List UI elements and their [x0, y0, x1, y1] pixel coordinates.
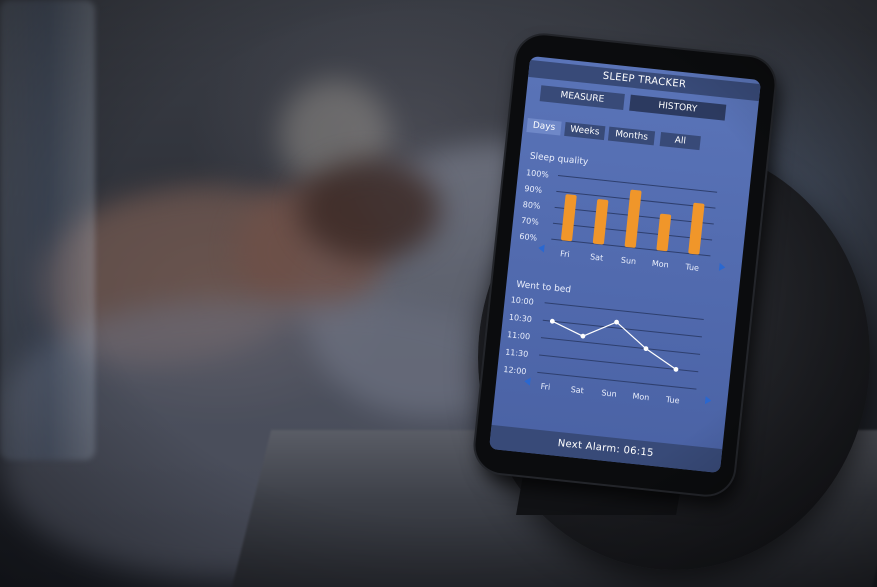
quality-bar	[592, 199, 609, 245]
prev-arrow-icon	[524, 377, 531, 386]
bed-point	[580, 333, 586, 339]
quality-bar	[624, 189, 642, 248]
history-button[interactable]: HISTORY	[629, 94, 727, 121]
bed-gridline	[537, 371, 697, 390]
tab-months[interactable]: Months	[607, 126, 656, 146]
tab-weeks[interactable]: Weeks	[564, 122, 606, 141]
quality-y-tick: 60%	[519, 232, 538, 243]
bed-x-tick: Fri	[540, 382, 550, 392]
bed-x-tick: Tue	[664, 395, 680, 405]
bed-x-tick: Sat	[570, 385, 584, 395]
bed-x-tick: Mon	[632, 392, 650, 403]
went-to-bed-chart: 10:00 10:30 11:00 11:30 12:00 Fri Sat Sun Mon Tue	[503, 295, 712, 405]
bed-x-tick: Sun	[601, 388, 617, 399]
quality-bar	[561, 194, 577, 242]
bed-y-tick: 11:30	[505, 347, 529, 358]
quality-x-tick: Tue	[684, 262, 700, 272]
quality-y-tick: 70%	[521, 216, 540, 227]
smartphone: SLEEP TRACKER MEASURE HISTORY Days Weeks…	[472, 32, 778, 498]
bed-y-tick: 10:00	[510, 295, 534, 306]
phone-screen: SLEEP TRACKER MEASURE HISTORY Days Weeks…	[489, 55, 762, 474]
bed-y-tick: 11:00	[507, 330, 531, 341]
quality-x-tick: Fri	[560, 249, 570, 259]
quality-x-tick: Sat	[590, 252, 604, 262]
next-arrow-icon	[718, 262, 726, 271]
bed-line	[552, 320, 677, 370]
bed-gridline	[540, 337, 701, 355]
quality-x-tick: Sun	[620, 256, 636, 267]
quality-bar	[656, 213, 672, 252]
bed-y-tick: 12:00	[503, 365, 527, 376]
quality-x-tick: Mon	[651, 259, 669, 270]
bed-gridline	[544, 302, 704, 321]
prev-arrow-icon	[538, 244, 545, 253]
bed-y-tick: 10:30	[508, 313, 532, 324]
sleep-quality-chart: 100% 90% 80% 70% 60% Fri Sat Sun Mon Tue	[519, 168, 726, 273]
quality-y-tick: 100%	[526, 168, 550, 179]
quality-y-tick: 80%	[522, 200, 541, 211]
next-arrow-icon	[704, 396, 712, 405]
water-glass	[0, 0, 95, 460]
tab-days[interactable]: Days	[526, 118, 562, 136]
quality-y-tick: 90%	[524, 184, 543, 195]
tab-all[interactable]: All	[659, 132, 701, 151]
photo-scene: SLEEP TRACKER MEASURE HISTORY Days Weeks…	[0, 0, 877, 587]
quality-bar	[688, 202, 705, 255]
bed-point	[549, 318, 555, 324]
quality-gridline	[557, 175, 718, 193]
measure-button[interactable]: MEASURE	[539, 85, 625, 110]
sleeping-person-hair	[300, 160, 440, 260]
